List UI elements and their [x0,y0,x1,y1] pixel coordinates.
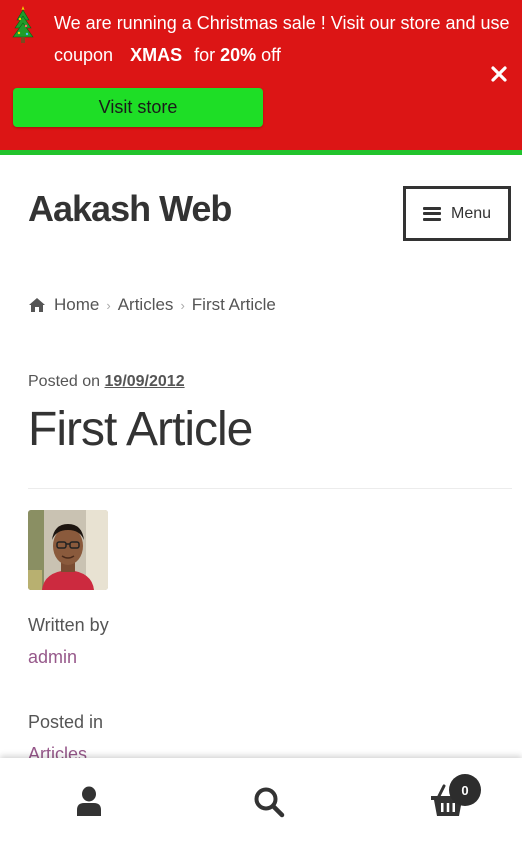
promo-discount: 20% [220,45,257,65]
breadcrumb-separator: › [180,297,185,313]
close-icon[interactable] [489,64,509,84]
breadcrumb-separator: › [106,297,111,313]
search-icon[interactable] [253,786,285,818]
cart-count-badge: 0 [449,774,481,806]
visit-store-button[interactable]: Visit store [13,88,263,127]
written-by-label: Written by [28,615,109,635]
posted-on: Posted on 19/09/2012 [28,373,185,391]
promo-text-before: We are running a Christmas sale ! Visit … [54,13,510,65]
hamburger-icon [422,206,441,221]
promo-banner: We are running a Christmas sale ! Visit … [0,0,522,153]
breadcrumb-home[interactable]: Home [54,295,99,315]
account-icon[interactable] [76,786,102,816]
banner-divider [0,150,522,155]
breadcrumb-articles[interactable]: Articles [118,295,174,315]
author-avatar [28,510,108,590]
menu-button[interactable]: Menu [403,186,511,241]
posted-on-label: Posted on [28,373,101,390]
promo-message: We are running a Christmas sale ! Visit … [54,7,519,71]
promo-text-middle: for [194,45,216,65]
post-title: First Article [28,403,253,456]
coupon-code: XMAS [130,45,183,65]
breadcrumb: Home › Articles › First Article [28,295,276,315]
site-title[interactable]: Aakash Web [28,188,232,230]
home-icon [29,298,45,312]
post-date-link[interactable]: 19/09/2012 [105,373,185,390]
posted-in-label: Posted in [28,712,104,732]
content-divider [28,488,512,489]
breadcrumb-current: First Article [191,295,276,314]
author-link[interactable]: admin [28,647,77,668]
menu-button-label: Menu [450,204,492,222]
christmas-tree-icon [12,6,34,43]
promo-text-after: off [261,45,281,65]
